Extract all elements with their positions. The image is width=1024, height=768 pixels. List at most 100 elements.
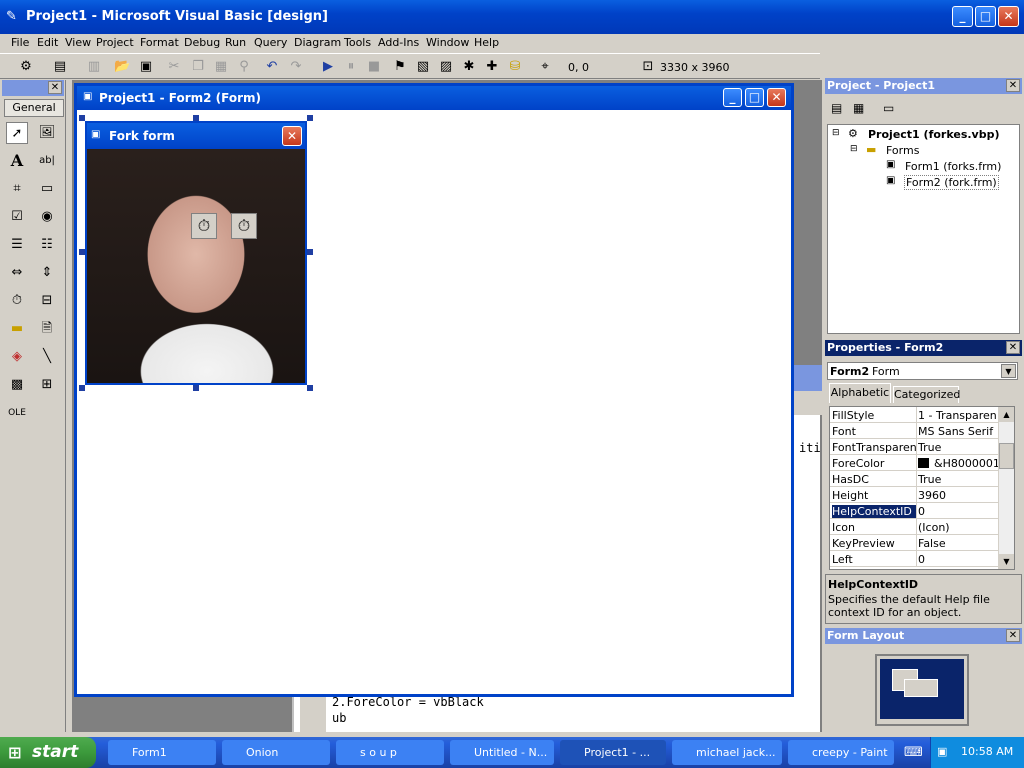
- drivelistbox-tool-icon[interactable]: ⊟: [36, 290, 58, 312]
- property-row[interactable]: HasDC True: [830, 471, 998, 487]
- view-code-icon[interactable]: ▤: [831, 101, 842, 115]
- property-value[interactable]: 1 - Transparent: [918, 409, 996, 422]
- task-soup[interactable]: s o u p: [336, 740, 444, 765]
- menu-query[interactable]: Query: [254, 36, 287, 49]
- menu-run[interactable]: Run: [225, 36, 246, 49]
- pause-icon[interactable]: ⏸: [343, 59, 359, 75]
- commandbutton-tool-icon[interactable]: ▭: [36, 178, 58, 200]
- timer-control-2-icon[interactable]: ⏱: [231, 213, 257, 239]
- toolbox-icon[interactable]: ✚: [484, 59, 500, 75]
- object-browser-icon[interactable]: ✱: [461, 59, 477, 75]
- menu-view[interactable]: View: [65, 36, 91, 49]
- listbox-tool-icon[interactable]: ☷: [36, 234, 58, 256]
- vscrollbar-tool-icon[interactable]: ⇕: [36, 262, 58, 284]
- tree-forms-folder[interactable]: Forms: [886, 144, 919, 157]
- image-tool-icon[interactable]: ▩: [6, 374, 28, 396]
- property-row[interactable]: Height 3960: [830, 487, 998, 503]
- property-value[interactable]: 3960: [918, 489, 996, 502]
- menu-project[interactable]: Project: [96, 36, 134, 49]
- menu-edit[interactable]: Edit: [37, 36, 58, 49]
- tree-item-form1[interactable]: Form1 (forks.frm): [905, 160, 1001, 173]
- fork-form[interactable]: ▣ Fork form ✕ ⏱ ⏱: [85, 121, 307, 385]
- optionbutton-tool-icon[interactable]: ◉: [36, 206, 58, 228]
- task-project1[interactable]: Project1 - ...: [560, 740, 666, 765]
- task-notepad[interactable]: Untitled - N...: [450, 740, 554, 765]
- task-paint[interactable]: creepy - Paint: [788, 740, 894, 765]
- minimize-button[interactable]: _: [952, 6, 973, 27]
- data-view-icon[interactable]: ⛁: [507, 59, 523, 75]
- paste-icon[interactable]: ▦: [213, 59, 229, 75]
- form2-close-button[interactable]: ✕: [767, 88, 786, 107]
- property-value[interactable]: MS Sans Serif: [918, 425, 996, 438]
- menu-window[interactable]: Window: [426, 36, 469, 49]
- data-tool-icon[interactable]: ⊞: [36, 374, 58, 396]
- scroll-down-icon[interactable]: ▼: [999, 554, 1014, 569]
- line-tool-icon[interactable]: ╲: [36, 346, 58, 368]
- selection-handle-br[interactable]: [307, 385, 313, 391]
- add-form-icon[interactable]: ▤: [52, 59, 68, 75]
- cut-icon[interactable]: ✂: [166, 59, 182, 75]
- save-icon[interactable]: ▣: [138, 59, 154, 75]
- menu-format[interactable]: Format: [140, 36, 179, 49]
- project-panel-close-button[interactable]: ✕: [1006, 79, 1020, 92]
- shape-tool-icon[interactable]: ◈: [6, 346, 28, 368]
- selection-handle-tr[interactable]: [307, 115, 313, 121]
- toggle-folders-icon[interactable]: ▭: [883, 101, 894, 115]
- selection-handle-tl[interactable]: [79, 115, 85, 121]
- form-layout-close-button[interactable]: ✕: [1006, 629, 1020, 642]
- textbox-tool-icon[interactable]: ab|: [36, 150, 58, 172]
- menu-debug[interactable]: Debug: [184, 36, 220, 49]
- menu-tools[interactable]: Tools: [344, 36, 371, 49]
- layout-form2-preview[interactable]: [904, 679, 938, 697]
- open-icon[interactable]: 📂: [114, 59, 130, 75]
- scroll-up-icon[interactable]: ▲: [999, 407, 1014, 422]
- property-row[interactable]: Left 0: [830, 551, 998, 567]
- expand-root-icon[interactable]: ⊟: [832, 128, 840, 138]
- expand-forms-icon[interactable]: ⊟: [850, 144, 858, 154]
- properties-window-icon[interactable]: ▧: [415, 59, 431, 75]
- undo-icon[interactable]: ↶: [264, 59, 280, 75]
- task-form1[interactable]: Form1: [108, 740, 216, 765]
- properties-panel-close-button[interactable]: ✕: [1006, 341, 1020, 354]
- property-value[interactable]: False: [918, 537, 996, 550]
- label-tool-icon[interactable]: A: [6, 150, 28, 172]
- close-button[interactable]: ✕: [998, 6, 1019, 27]
- start-button[interactable]: ⊞ start: [0, 737, 96, 768]
- combobox-tool-icon[interactable]: ☰: [6, 234, 28, 256]
- form2-minimize-button[interactable]: _: [723, 88, 742, 107]
- selection-handle-mr[interactable]: [307, 249, 313, 255]
- hscrollbar-tool-icon[interactable]: ⇔: [6, 262, 28, 284]
- selection-handle-tm[interactable]: [193, 115, 199, 121]
- menu-addins[interactable]: Add-Ins: [378, 36, 419, 49]
- property-row[interactable]: KeyPreview False: [830, 535, 998, 551]
- frame-tool-icon[interactable]: ⌗: [6, 178, 28, 200]
- selection-handle-bl[interactable]: [79, 385, 85, 391]
- view-object-icon[interactable]: ▦: [853, 101, 864, 115]
- tree-project-root[interactable]: Project1 (forkes.vbp): [868, 128, 999, 141]
- property-value[interactable]: True: [918, 441, 996, 454]
- property-row[interactable]: FontTransparent True: [830, 439, 998, 455]
- maximize-button[interactable]: □: [975, 6, 996, 27]
- menu-file[interactable]: File: [11, 36, 29, 49]
- toolbox-close-button[interactable]: ✕: [48, 81, 62, 94]
- property-row[interactable]: ForeColor &H80000012: [830, 455, 1007, 471]
- menu-editor-icon[interactable]: ▥: [86, 59, 102, 75]
- dropdown-arrow-icon[interactable]: ▼: [1001, 364, 1016, 378]
- property-row[interactable]: FillStyle 1 - Transparent: [830, 407, 998, 423]
- timer-control-1-icon[interactable]: ⏱: [191, 213, 217, 239]
- menu-help[interactable]: Help: [474, 36, 499, 49]
- menu-diagram[interactable]: Diagram: [294, 36, 341, 49]
- run-icon[interactable]: ▶: [320, 59, 336, 75]
- filelistbox-tool-icon[interactable]: 🗎: [36, 318, 58, 340]
- object-selector[interactable]: Form2 Form ▼: [827, 362, 1018, 380]
- copy-icon[interactable]: ❐: [190, 59, 206, 75]
- task-michael[interactable]: michael jack...: [672, 740, 782, 765]
- property-value[interactable]: 0: [918, 553, 996, 566]
- property-row[interactable]: HelpContextID 0: [830, 503, 998, 519]
- fork-form-close-button[interactable]: ✕: [282, 126, 302, 146]
- selection-handle-bm[interactable]: [193, 385, 199, 391]
- form-layout-icon[interactable]: ▨: [438, 59, 454, 75]
- tree-item-form2[interactable]: Form2 (fork.frm): [904, 175, 999, 190]
- network-tray-icon[interactable]: ▣: [937, 745, 947, 758]
- property-row[interactable]: Font MS Sans Serif: [830, 423, 998, 439]
